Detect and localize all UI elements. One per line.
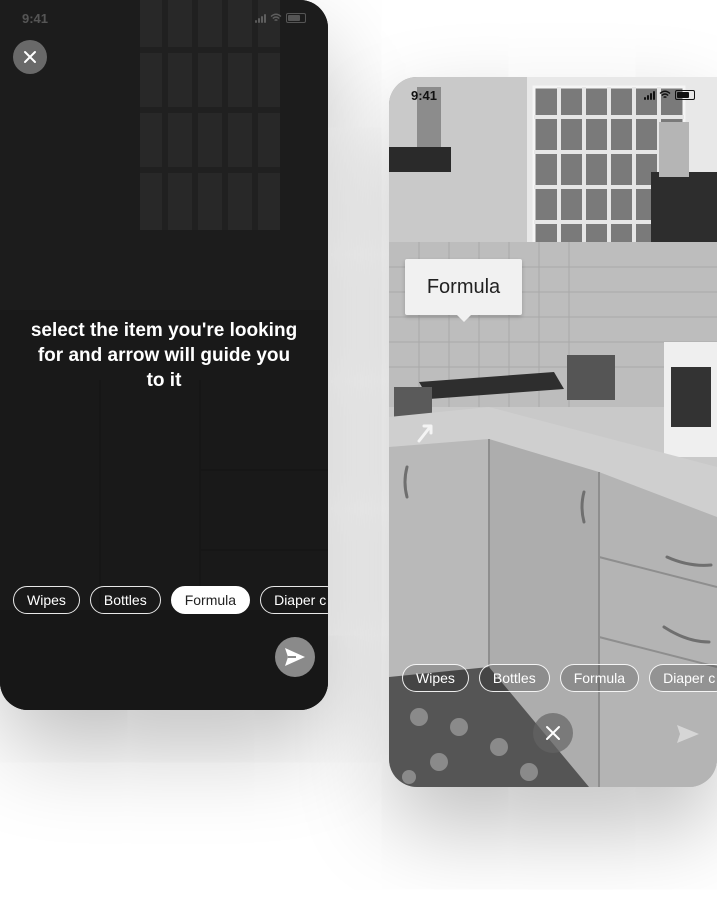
status-bar: 9:41 — [0, 0, 328, 36]
direction-arrow-icon — [417, 424, 433, 443]
wifi-icon — [270, 11, 282, 26]
chip-bottles[interactable]: Bottles — [478, 664, 550, 692]
status-icons — [644, 88, 695, 103]
right-phone-screen: 9:41 Formula Wipes Bottles Formula Diape… — [389, 77, 717, 787]
send-button[interactable] — [668, 714, 708, 754]
item-chips: Wipes Bottles Formula Diaper c — [13, 586, 328, 614]
battery-icon — [286, 13, 306, 23]
send-icon — [285, 648, 305, 666]
status-icons — [255, 11, 306, 26]
wifi-icon — [659, 88, 671, 103]
instruction-text: select the item you're looking for and a… — [30, 320, 298, 391]
chip-diaper[interactable]: Diaper c — [260, 586, 328, 614]
chip-formula[interactable]: Formula — [559, 664, 640, 692]
item-location-tooltip: Formula — [405, 259, 522, 322]
chip-diaper[interactable]: Diaper c — [649, 664, 717, 692]
status-time: 9:41 — [411, 87, 438, 103]
left-phone-screen: 9:41 select the item you're looking for … — [0, 0, 328, 710]
signal-icon — [644, 90, 655, 100]
chip-formula[interactable]: Formula — [170, 586, 251, 614]
close-button[interactable] — [13, 40, 47, 74]
item-chips: Wipes Bottles Formula Diaper c — [402, 664, 717, 692]
send-button[interactable] — [275, 637, 315, 677]
chip-wipes[interactable]: Wipes — [13, 586, 80, 614]
close-button[interactable] — [533, 713, 573, 753]
close-icon — [24, 51, 36, 63]
status-time: 9:41 — [22, 10, 49, 26]
battery-icon — [675, 90, 695, 100]
close-icon — [546, 726, 560, 740]
chip-wipes[interactable]: Wipes — [402, 664, 469, 692]
status-bar: 9:41 — [389, 77, 717, 113]
chip-bottles[interactable]: Bottles — [89, 586, 161, 614]
signal-icon — [255, 13, 266, 23]
send-icon — [677, 725, 699, 743]
